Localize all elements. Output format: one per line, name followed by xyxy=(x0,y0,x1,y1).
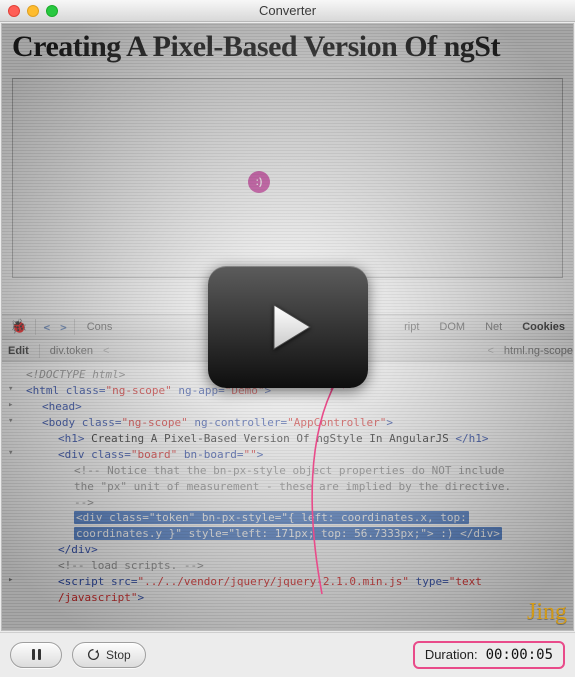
code-line: <!-- Notice that the bn-px-style object … xyxy=(26,463,565,479)
jing-watermark: Jing xyxy=(527,599,567,626)
code-line: ▸<script src="../../vendor/jquery/jquery… xyxy=(26,574,565,590)
code-line: ▸<head> xyxy=(26,399,565,415)
disclosure-triangle-icon[interactable]: ▾ xyxy=(8,447,13,460)
duration-readout: Duration: 00:00:05 xyxy=(413,641,565,669)
window-controls xyxy=(8,5,58,17)
close-window-button[interactable] xyxy=(8,5,20,17)
stop-button[interactable]: Stop xyxy=(72,642,146,668)
zoom-window-button[interactable] xyxy=(46,5,58,17)
nav-forward-icon[interactable]: > xyxy=(57,321,70,334)
edit-button[interactable]: Edit xyxy=(8,345,29,357)
chevron-left-icon: < xyxy=(103,345,109,357)
duration-value: 00:00:05 xyxy=(486,647,553,663)
breadcrumb-node[interactable]: html.ng-scope xyxy=(504,345,573,357)
titlebar: Converter xyxy=(0,0,575,22)
play-button[interactable] xyxy=(208,266,368,388)
controls-bar: Stop Duration: 00:00:05 xyxy=(0,632,575,676)
disclosure-triangle-icon[interactable]: ▾ xyxy=(8,415,13,428)
stop-button-label: Stop xyxy=(106,648,131,662)
token-dot: :) xyxy=(248,171,270,193)
nav-back-icon[interactable]: < xyxy=(40,321,53,334)
code-line: ▾<div class="board" bn-board=""> xyxy=(26,447,565,463)
page-title: Creating A Pixel-Based Version Of ngSt xyxy=(12,30,563,64)
breadcrumb-node[interactable]: div.token xyxy=(50,345,93,357)
disclosure-triangle-icon[interactable]: ▸ xyxy=(8,574,13,587)
code-line: /javascript"> xyxy=(26,590,565,606)
code-line: <!-- load scripts. --> xyxy=(26,558,565,574)
pause-button[interactable] xyxy=(10,642,62,668)
play-icon xyxy=(256,295,320,359)
chevron-left-icon: < xyxy=(487,345,493,357)
disclosure-triangle-icon[interactable]: ▾ xyxy=(8,383,13,396)
tab-dom[interactable]: DOM xyxy=(431,317,473,337)
tab-console[interactable]: Cons xyxy=(79,317,121,337)
code-line: the "px" unit of measurement - these are… xyxy=(26,479,565,495)
minimize-window-button[interactable] xyxy=(27,5,39,17)
code-line: --> xyxy=(26,495,565,511)
window-title: Converter xyxy=(0,3,575,18)
tab-net[interactable]: Net xyxy=(477,317,510,337)
firebug-icon[interactable]: 🐞 xyxy=(6,319,31,335)
code-line-highlighted: <div class="token" bn-px-style="{ left: … xyxy=(26,510,565,526)
tab-script[interactable]: ript xyxy=(396,317,427,337)
code-line-highlighted: coordinates.y }" style="left: 171px; top… xyxy=(26,526,565,542)
devtools-html-source[interactable]: <!DOCTYPE html> ▾<html class="ng-scope" … xyxy=(2,362,573,630)
code-line: </div> xyxy=(26,542,565,558)
code-line: <h1> Creating A Pixel-Based Version Of n… xyxy=(26,431,565,447)
pause-icon xyxy=(32,649,41,660)
duration-label: Duration: xyxy=(425,647,478,662)
disclosure-triangle-icon[interactable]: ▸ xyxy=(8,399,13,412)
code-line: ▾<body class="ng-scope" ng-controller="A… xyxy=(26,415,565,431)
video-preview-area: Creating A Pixel-Based Version Of ngSt :… xyxy=(1,23,574,631)
tab-cookies[interactable]: Cookies xyxy=(514,317,573,337)
refresh-icon xyxy=(87,648,100,661)
demo-board: :) xyxy=(12,78,563,278)
